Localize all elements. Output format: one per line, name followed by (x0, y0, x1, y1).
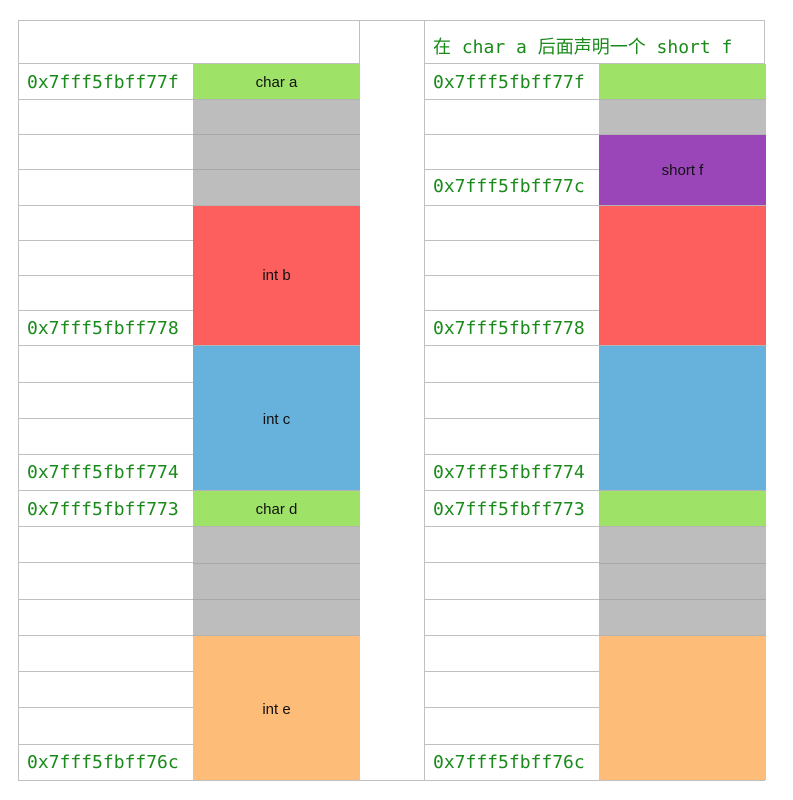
address-row (19, 206, 193, 241)
padding-divider (193, 599, 360, 600)
padding-divider (193, 169, 360, 170)
address-row (425, 600, 599, 636)
address-int-c: 0x7fff5fbff774 (433, 462, 585, 483)
address-row: 0x7fff5fbff76c (425, 745, 599, 780)
address-row: 0x7fff5fbff773 (425, 491, 599, 527)
address-row (19, 527, 193, 563)
padding-divider (193, 563, 360, 564)
address-row (19, 708, 193, 745)
block-padding (193, 100, 360, 206)
address-row: 0x7fff5fbff77f (19, 64, 193, 100)
address-row (425, 206, 599, 241)
block-int-e: int e (193, 636, 360, 780)
address-row: 0x7fff5fbff778 (19, 311, 193, 346)
address-row (425, 672, 599, 708)
block-int-c (599, 346, 766, 491)
address-row (425, 135, 599, 170)
address-short-f: 0x7fff5fbff77c (433, 176, 585, 197)
block-char-d: char d (193, 491, 360, 527)
address-char-d: 0x7fff5fbff773 (433, 499, 585, 520)
block-label-char-a: char a (255, 74, 298, 91)
padding-divider (193, 134, 360, 135)
address-row (19, 600, 193, 636)
address-row (425, 419, 599, 455)
left-memory-table: 0x7fff5fbff77f 0x7fff5fbff778 0x7fff5fbf… (18, 20, 360, 781)
block-int-b: int b (193, 206, 360, 346)
address-row (425, 100, 599, 135)
address-row (425, 708, 599, 745)
block-char-a: char a (193, 64, 360, 100)
block-padding (599, 527, 766, 636)
address-row: 0x7fff5fbff77f (425, 64, 599, 100)
address-int-b: 0x7fff5fbff778 (27, 318, 179, 339)
left-header-cell (19, 21, 359, 64)
block-label-int-c: int c (262, 411, 291, 428)
address-int-c: 0x7fff5fbff774 (27, 462, 179, 483)
address-row (19, 636, 193, 672)
block-padding (599, 100, 766, 135)
block-label-int-b: int b (262, 267, 291, 284)
block-padding (193, 527, 360, 636)
address-row (425, 241, 599, 276)
address-row (425, 276, 599, 311)
address-row: 0x7fff5fbff76c (19, 745, 193, 780)
address-row (19, 135, 193, 170)
address-row (19, 346, 193, 383)
address-int-e: 0x7fff5fbff76c (27, 752, 179, 773)
block-char-d (599, 491, 766, 527)
address-row (19, 383, 193, 419)
address-row (425, 636, 599, 672)
address-row (19, 672, 193, 708)
address-row: 0x7fff5fbff778 (425, 311, 599, 346)
address-row: 0x7fff5fbff774 (19, 455, 193, 491)
address-row: 0x7fff5fbff773 (19, 491, 193, 527)
address-int-e: 0x7fff5fbff76c (433, 752, 585, 773)
address-row (425, 346, 599, 383)
gap-column (359, 20, 425, 781)
address-row (19, 241, 193, 276)
address-row (19, 100, 193, 135)
address-row (425, 383, 599, 419)
address-row (19, 276, 193, 311)
right-header-cell: 在 char a 后面声明一个 short f (425, 21, 764, 64)
address-row (425, 527, 599, 563)
block-label-int-e: int e (262, 701, 291, 718)
address-char-d: 0x7fff5fbff773 (27, 499, 179, 520)
address-row (19, 563, 193, 600)
address-row: 0x7fff5fbff77c (425, 170, 599, 206)
address-int-b: 0x7fff5fbff778 (433, 318, 585, 339)
block-int-c: int c (193, 346, 360, 491)
address-char-a: 0x7fff5fbff77f (27, 72, 179, 93)
block-label-short-f: short f (661, 162, 704, 179)
block-char-a (599, 64, 766, 100)
block-int-b (599, 206, 766, 346)
right-memory-table: 在 char a 后面声明一个 short f 0x7fff5fbff77f 0… (424, 20, 766, 781)
address-row (19, 419, 193, 455)
padding-divider (599, 599, 766, 600)
address-row: 0x7fff5fbff774 (425, 455, 599, 491)
block-int-e (599, 636, 766, 780)
address-row (19, 170, 193, 206)
block-label-char-d: char d (255, 501, 298, 518)
right-header-text: 在 char a 后面声明一个 short f (433, 37, 733, 58)
padding-divider (599, 563, 766, 564)
block-short-f: short f (599, 135, 766, 206)
address-row (425, 563, 599, 600)
address-char-a: 0x7fff5fbff77f (433, 72, 585, 93)
